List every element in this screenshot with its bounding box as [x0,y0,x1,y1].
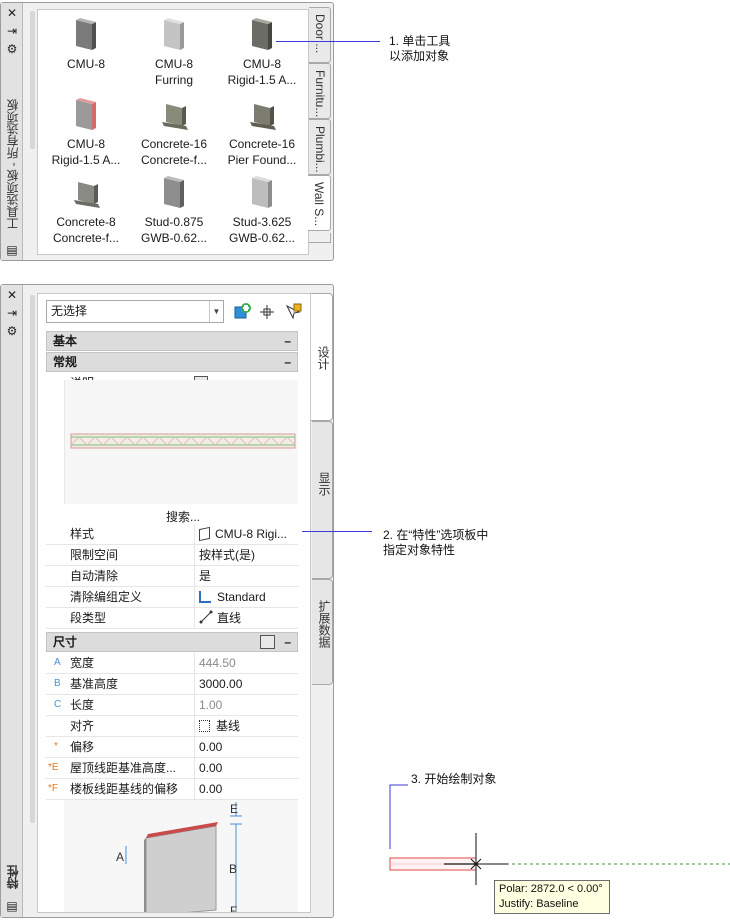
callout-2: 2. 在“特性”选项板中 指定对象特性 [383,528,489,557]
close-icon[interactable]: ✕ [5,288,19,302]
wall-thumbnail-icon [76,18,96,50]
tab-design[interactable]: 设计 [311,293,333,421]
tool-item[interactable]: Concrete-8 Concrete-f... [42,174,130,246]
tool-item[interactable]: Concrete-16 Pier Found... [218,96,306,168]
dynamic-input-tooltip: Polar: 2872.0 < 0.00° Justify: Baseline [494,880,610,914]
properties-scrollbar[interactable] [30,295,35,823]
tab-door[interactable]: Door ... [309,7,331,63]
section-basic[interactable]: 基本 – [46,331,298,351]
wall-thumbnail-icon [164,18,184,50]
property-row-width[interactable]: A 宽度 444.50 [46,653,298,674]
tab-stack-edge [309,233,331,243]
wall-thumbnail-icon [164,176,184,208]
wall-plan-preview [70,433,296,449]
style-icon [199,526,210,542]
close-icon[interactable]: ✕ [5,6,19,20]
collapse-icon[interactable]: – [284,353,291,371]
style-preview [64,380,298,504]
collapse-icon[interactable]: – [284,332,291,350]
property-row-offset[interactable]: * 偏移 0.00 [46,737,298,758]
selection-dropdown[interactable]: 无选择 ▼ [46,300,224,323]
wall-thumbnail-icon [162,104,188,130]
select-objects-icon[interactable] [283,302,303,322]
properties-menu-icon[interactable]: ⚙ [5,42,19,56]
wall-thumbnail-icon [74,182,100,208]
properties-menu-icon[interactable]: ⚙ [5,324,19,338]
tool-palette-titlebar: ✕ ⇥ ⚙ 工具选项板 - 所有选项板 ▤ [1,3,23,260]
tab-wall-styles[interactable]: Wall S... [308,175,331,231]
property-row-style[interactable]: 样式 CMU-8 Rigi... [46,524,298,545]
dimension-diagram: A B E F [64,800,298,912]
tool-item[interactable]: CMU-8 Rigid-1.5 A... [218,16,306,88]
callout-1: 1. 单击工具 以添加对象 [389,34,451,63]
callout-1-leader [276,41,380,42]
pickadd-icon[interactable] [257,302,277,322]
tool-item[interactable]: Stud-0.875 GWB-0.62... [130,174,218,246]
palette-options-icon[interactable]: ▤ [5,243,19,257]
tool-item[interactable]: CMU-8 Furring [130,16,218,88]
tool-palette-scrollbar[interactable] [30,11,35,149]
property-row-segment-type[interactable]: 段类型 直线 [46,608,298,629]
dimension-diagram-toggle-icon[interactable] [260,635,275,649]
line-segment-icon [199,610,213,624]
justify-icon [199,720,210,732]
property-row-justify[interactable]: 对齐 基线 [46,716,298,737]
property-row-cleanup[interactable]: 自动清除 是 [46,566,298,587]
tab-extended-data[interactable]: 扩展数据 [312,579,333,685]
cleanup-group-icon [199,591,211,603]
tool-item[interactable]: CMU-8 Rigid-1.5 A... [42,96,130,168]
property-row-roof-offset[interactable]: *E 屋顶线距基准高度... 0.00 [46,758,298,779]
property-row-base-height[interactable]: B 基准高度 3000.00 [46,674,298,695]
tab-furniture[interactable]: Furnitu... [309,63,331,119]
tool-item[interactable]: Stud-3.625 GWB-0.62... [218,174,306,246]
quick-select-icon[interactable] [232,302,252,322]
autohide-icon[interactable]: ⇥ [5,24,19,38]
tool-item[interactable]: Concrete-16 Concrete-f... [130,96,218,168]
wall-thumbnail-icon [250,104,276,130]
tool-palette-title: 工具选项板 - 所有选项板 [6,99,20,230]
properties-palette: ✕ ⇥ ⚙ 特性 ▤ 无选择 ▼ 基本 – 常规 – 搜索... 样式 CMU-… [0,284,334,918]
wall-thumbnail-icon [252,18,272,50]
autohide-icon[interactable]: ⇥ [5,306,19,320]
property-row-cleanup-group[interactable]: 清除编组定义 Standard [46,587,298,608]
chevron-down-icon[interactable]: ▼ [209,301,223,322]
tab-plumbing[interactable]: Plumbi... [309,119,331,175]
properties-titlebar: ✕ ⇥ ⚙ 特性 ▤ [1,285,23,917]
section-general[interactable]: 常规 – [46,352,298,372]
property-row-bound-spaces[interactable]: 限制空间 按样式(是) [46,545,298,566]
properties-panel: 无选择 ▼ 基本 – 常规 – 说明 [37,293,311,913]
property-row-floor-offset[interactable]: *F 楼板线距基线的偏移 0.00 [46,779,298,800]
tab-display[interactable]: 显示 [312,421,333,579]
tool-item[interactable]: CMU-8 [42,16,130,72]
callout-2-leader [302,531,372,532]
palette-options-icon[interactable]: ▤ [5,899,19,913]
section-dimensions[interactable]: 尺寸 – [46,632,298,652]
tool-grid: CMU-8 CMU-8 Furring CMU-8 Rigid-1.5 A... [37,9,309,255]
wall-thumbnail-icon [76,98,96,130]
drawing-area[interactable] [380,775,730,885]
wall-thumbnail-icon [252,176,272,208]
properties-title: 特性 [6,865,20,889]
property-row-length[interactable]: C 长度 1.00 [46,695,298,716]
collapse-icon[interactable]: – [284,633,291,651]
search-link[interactable]: 搜索... [166,508,200,525]
